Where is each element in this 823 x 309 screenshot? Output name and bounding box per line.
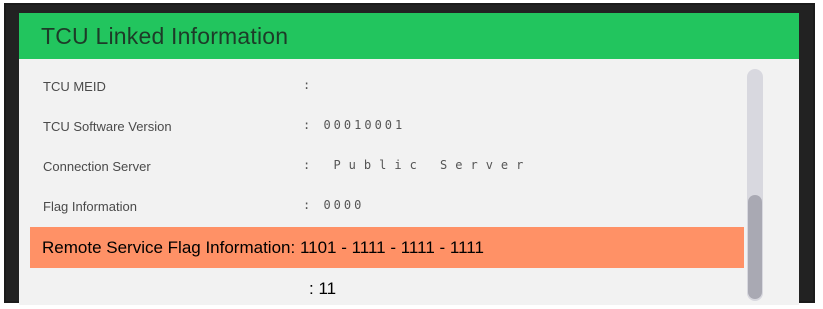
- remote-service-flag-text: Remote Service Flag Information: 1101 - …: [42, 238, 484, 257]
- header-bar: TCU Linked Information: [19, 13, 799, 59]
- row-flag-information: Flag Information : 0000: [19, 187, 799, 227]
- row-tcu-software-version: TCU Software Version : 00010001: [19, 107, 799, 147]
- row-value: : 00010001: [303, 118, 406, 132]
- page-title: TCU Linked Information: [41, 23, 289, 49]
- row-connection-server: Connection Server : Public Server: [19, 147, 799, 187]
- row-label: Flag Information: [43, 199, 137, 214]
- row-value: : Public Server: [303, 158, 532, 172]
- remote-service-flag-highlight: Remote Service Flag Information: 1101 - …: [30, 227, 744, 268]
- row-tcu-meid: TCU MEID :: [19, 67, 799, 107]
- row-value: :: [303, 78, 314, 92]
- row-label: TCU MEID: [43, 79, 106, 94]
- row-label: Connection Server: [43, 159, 151, 174]
- row-value: : 0000: [303, 198, 365, 212]
- info-list[interactable]: TCU MEID : TCU Software Version : 000100…: [19, 59, 799, 305]
- scrollbar-thumb[interactable]: [748, 195, 762, 299]
- extra-value: : 11: [309, 279, 337, 298]
- row-label: TCU Software Version: [43, 119, 172, 134]
- scrollbar-track[interactable]: [747, 69, 763, 301]
- tcu-info-screen: TCU Linked Information TCU MEID : TCU So…: [19, 13, 799, 305]
- screen-frame: TCU Linked Information TCU MEID : TCU So…: [4, 3, 815, 305]
